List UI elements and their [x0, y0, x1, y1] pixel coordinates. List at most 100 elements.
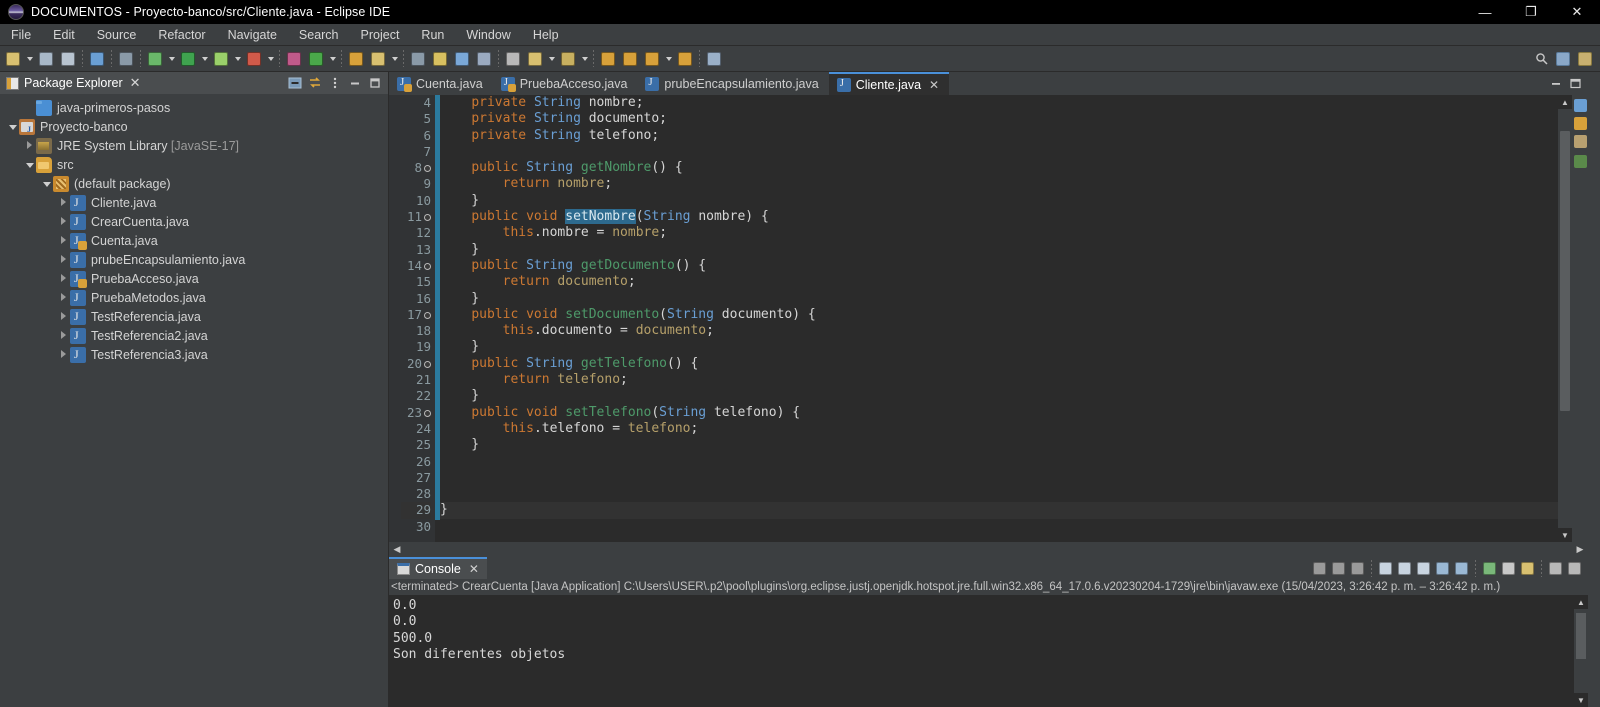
- save-all-icon[interactable]: [58, 49, 78, 69]
- next-annotation-icon[interactable]: [525, 49, 545, 69]
- maximize-view-icon[interactable]: [366, 74, 384, 92]
- scroll-up-icon[interactable]: ▲: [1574, 595, 1588, 609]
- previous-annotation-icon[interactable]: [558, 49, 578, 69]
- tree-item[interactable]: Cuenta.java: [0, 231, 388, 250]
- tree-item[interactable]: TestReferencia2.java: [0, 326, 388, 345]
- tree-item[interactable]: Cliente.java: [0, 193, 388, 212]
- view-menu-icon[interactable]: [326, 74, 344, 92]
- remove-all-terminated-icon[interactable]: [1349, 560, 1366, 577]
- clear-console-icon[interactable]: [1377, 560, 1394, 577]
- tree-item[interactable]: TestReferencia3.java: [0, 345, 388, 364]
- close-button[interactable]: ✕: [1554, 0, 1600, 24]
- editor-source-text[interactable]: private String nombre; private String do…: [440, 95, 1558, 542]
- coverage-icon[interactable]: [244, 49, 264, 69]
- bookmark-icon[interactable]: [1574, 117, 1587, 130]
- scroll-left-icon[interactable]: ◀: [391, 544, 403, 555]
- menu-source[interactable]: Source: [86, 24, 148, 46]
- next-edit-icon[interactable]: [675, 49, 695, 69]
- link-with-editor-icon[interactable]: [306, 74, 324, 92]
- menu-project[interactable]: Project: [350, 24, 411, 46]
- new-class-icon[interactable]: [452, 49, 472, 69]
- menu-run[interactable]: Run: [410, 24, 455, 46]
- close-icon[interactable]: ✕: [469, 562, 479, 576]
- chevron-down-icon[interactable]: [24, 49, 35, 69]
- minimize-view-icon[interactable]: [346, 74, 364, 92]
- tree-item[interactable]: PruebaMetodos.java: [0, 288, 388, 307]
- forward-icon[interactable]: [620, 49, 640, 69]
- chevron-down-icon[interactable]: [663, 49, 674, 69]
- external-tools-icon[interactable]: [284, 49, 304, 69]
- refresh-icon[interactable]: [306, 49, 326, 69]
- chevron-right-icon[interactable]: [57, 255, 70, 265]
- minimize-editor-icon[interactable]: [1550, 77, 1563, 95]
- console-vertical-scrollbar[interactable]: ▲ ▼: [1574, 595, 1588, 707]
- chevron-right-icon[interactable]: [57, 350, 70, 360]
- code-editor[interactable]: 4 5 6 7 8 9 10 11 12 13 14 15 16 17 18 19 20 21 22 23 24 25 26…: [389, 95, 1588, 542]
- scroll-down-icon[interactable]: ▼: [1558, 528, 1572, 542]
- console-tab[interactable]: Console ✕: [389, 557, 487, 579]
- chevron-down-icon[interactable]: [546, 49, 557, 69]
- package-explorer-tab[interactable]: Package Explorer ✕: [0, 72, 388, 94]
- edit-icon[interactable]: [368, 49, 388, 69]
- editor-tab-prubeencapsulamiento[interactable]: prubeEncapsulamiento.java: [637, 72, 828, 95]
- chevron-right-icon[interactable]: [57, 312, 70, 322]
- run-icon[interactable]: [178, 49, 198, 69]
- previous-edit-icon[interactable]: [642, 49, 662, 69]
- console-body[interactable]: 0.0 0.0 500.0 Son diferentes objetos ▲ ▼: [389, 595, 1588, 707]
- chevron-down-icon[interactable]: [265, 49, 276, 69]
- menu-window[interactable]: Window: [455, 24, 521, 46]
- collapse-all-icon[interactable]: [286, 74, 304, 92]
- scroll-lock-icon[interactable]: [1396, 560, 1413, 577]
- open-type-icon[interactable]: [346, 49, 366, 69]
- tree-item[interactable]: PruebaAcceso.java: [0, 269, 388, 288]
- scroll-right-icon[interactable]: ▶: [1574, 544, 1586, 555]
- menu-navigate[interactable]: Navigate: [217, 24, 288, 46]
- scroll-up-icon[interactable]: ▲: [1558, 95, 1572, 109]
- maximize-view-icon[interactable]: [1566, 560, 1583, 577]
- new-wizard-icon[interactable]: [3, 49, 23, 69]
- task-icon[interactable]: [1574, 135, 1587, 148]
- new-java-project-icon[interactable]: [145, 49, 165, 69]
- chevron-right-icon[interactable]: [57, 274, 70, 284]
- minimize-view-icon[interactable]: [1547, 560, 1564, 577]
- show-console-on-output-icon[interactable]: [1434, 560, 1451, 577]
- editor-tab-cuenta[interactable]: Cuenta.java: [389, 72, 493, 95]
- tree-item[interactable]: src: [0, 155, 388, 174]
- editor-vertical-scrollbar[interactable]: ▲ ▼: [1558, 95, 1572, 542]
- scroll-down-icon[interactable]: ▼: [1574, 693, 1588, 707]
- display-selected-console-icon[interactable]: [1481, 560, 1498, 577]
- debug-icon[interactable]: [211, 49, 231, 69]
- quick-access-search-icon[interactable]: [1531, 49, 1551, 69]
- maximize-button[interactable]: ❐: [1508, 0, 1554, 24]
- remove-launch-icon[interactable]: [1330, 560, 1347, 577]
- open-console-icon[interactable]: [1500, 560, 1517, 577]
- menu-help[interactable]: Help: [522, 24, 570, 46]
- menu-search[interactable]: Search: [288, 24, 350, 46]
- chevron-down-icon[interactable]: [199, 49, 210, 69]
- maximize-editor-icon[interactable]: [1569, 77, 1582, 95]
- project-tree[interactable]: java-primeros-pasos Proyecto-banco JRE Sys…: [0, 94, 388, 707]
- tree-item[interactable]: prubeEncapsulamiento.java: [0, 250, 388, 269]
- new-interface-icon[interactable]: [474, 49, 494, 69]
- chevron-down-icon[interactable]: [166, 49, 177, 69]
- quick-diff-icon[interactable]: [1574, 99, 1587, 112]
- pin-icon[interactable]: [503, 49, 523, 69]
- editor-horizontal-scrollbar[interactable]: ◀ ▶: [389, 542, 1588, 557]
- back-icon[interactable]: [598, 49, 618, 69]
- chevron-down-icon[interactable]: [389, 49, 400, 69]
- highlight-icon[interactable]: [430, 49, 450, 69]
- close-icon[interactable]: ✕: [929, 78, 939, 92]
- chevron-right-icon[interactable]: [57, 217, 70, 227]
- chevron-right-icon[interactable]: [57, 331, 70, 341]
- editor-scroll-thumb[interactable]: [1560, 131, 1570, 411]
- view-menu-icon[interactable]: [1519, 560, 1536, 577]
- java-perspective-icon[interactable]: [1553, 49, 1573, 69]
- terminate-icon[interactable]: [1311, 560, 1328, 577]
- menu-edit[interactable]: Edit: [42, 24, 86, 46]
- open-perspective-icon[interactable]: [704, 49, 724, 69]
- chevron-down-icon[interactable]: [327, 49, 338, 69]
- print-icon[interactable]: [87, 49, 107, 69]
- chevron-right-icon[interactable]: [57, 198, 70, 208]
- open-perspective-icon[interactable]: [1575, 49, 1595, 69]
- editor-tab-cliente[interactable]: Cliente.java ✕: [828, 72, 950, 95]
